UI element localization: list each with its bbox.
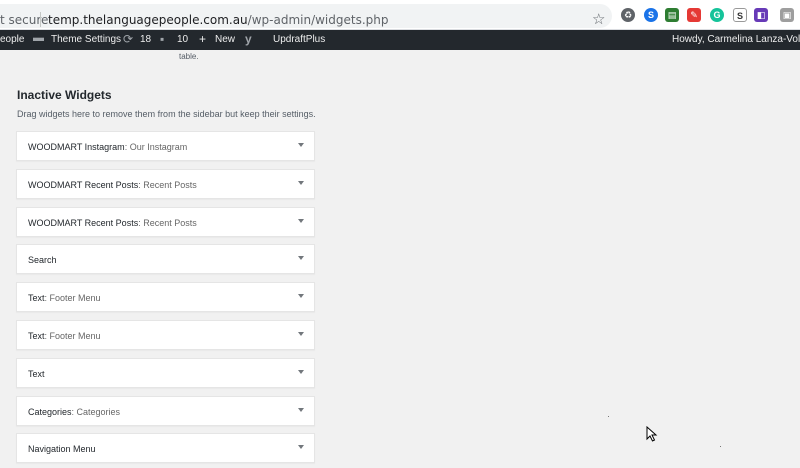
- mouse-cursor-icon: [646, 426, 658, 442]
- widget-title: WOODMART Recent Posts: Recent Posts: [28, 180, 197, 190]
- widget-search[interactable]: Search: [16, 244, 315, 274]
- widget-text-footer-menu-1[interactable]: Text: Footer Menu: [16, 282, 315, 312]
- widget-woodmart-instagram[interactable]: WOODMART Instagram: Our Instagram: [16, 131, 315, 161]
- address-bar[interactable]: t secure temp.thelanguagepeople.com.au/w…: [0, 4, 612, 28]
- chevron-down-icon[interactable]: [298, 294, 304, 298]
- folder-icon: ▬: [33, 32, 44, 44]
- chevron-down-icon[interactable]: [298, 332, 304, 336]
- inactive-widgets-heading: Inactive Widgets: [17, 88, 112, 102]
- refresh-icon: ⟳: [123, 32, 134, 46]
- url-text[interactable]: temp.thelanguagepeople.com.au/wp-admin/w…: [48, 13, 389, 27]
- chevron-down-icon[interactable]: [298, 219, 304, 223]
- widget-title: Categories: Categories: [28, 407, 121, 417]
- s-blue-extension-icon[interactable]: S: [644, 8, 658, 22]
- chevron-down-icon[interactable]: [298, 256, 304, 260]
- chevron-down-icon[interactable]: [298, 143, 304, 147]
- url-path: /wp-admin/widgets.php: [247, 13, 389, 27]
- widget-navigation-menu[interactable]: Navigation Menu: [16, 433, 315, 463]
- widget-title: Search: [28, 255, 57, 265]
- widget-text-footer-menu-2[interactable]: Text: Footer Menu: [16, 320, 315, 350]
- table-text-fragment: table.: [179, 52, 199, 61]
- star-icon[interactable]: ☆: [592, 10, 605, 28]
- browser-toolbar: t secure temp.thelanguagepeople.com.au/w…: [0, 0, 800, 30]
- updates-count[interactable]: 18: [140, 34, 151, 45]
- widget-woodmart-recent-posts-1[interactable]: WOODMART Recent Posts: Recent Posts: [16, 169, 315, 199]
- updraftplus-link[interactable]: UpdraftPlus: [273, 34, 325, 45]
- widget-title: Text: [28, 369, 45, 379]
- url-host: temp.thelanguagepeople.com.au: [48, 13, 248, 27]
- widget-title: Navigation Menu: [28, 444, 96, 454]
- inactive-widgets-description: Drag widgets here to remove them from th…: [17, 109, 316, 119]
- address-separator: [40, 12, 41, 27]
- chevron-down-icon[interactable]: [298, 181, 304, 185]
- chevron-down-icon[interactable]: [298, 408, 304, 412]
- widgets-content: table. Inactive Widgets Drag widgets her…: [0, 50, 800, 468]
- howdy-user-link[interactable]: Howdy, Carmelina Lanza-Volpe: [672, 34, 800, 45]
- theme-settings-link[interactable]: Theme Settings: [51, 34, 121, 45]
- comment-icon: ▪: [160, 32, 165, 46]
- widget-categories[interactable]: Categories: Categories: [16, 396, 315, 426]
- new-content-link[interactable]: New: [215, 34, 235, 45]
- stray-pixel: [608, 416, 609, 417]
- plus-icon: +: [199, 32, 207, 46]
- wp-admin-bar: eople ▬ Theme Settings ⟳ 18 ▪ 10 + New y…: [0, 30, 800, 50]
- widget-woodmart-recent-posts-2[interactable]: WOODMART Recent Posts: Recent Posts: [16, 207, 315, 237]
- grammarly-extension-icon[interactable]: G: [710, 8, 724, 22]
- red-extension-icon[interactable]: ✎: [687, 8, 701, 22]
- widget-title: WOODMART Instagram: Our Instagram: [28, 142, 188, 152]
- green-extension-icon[interactable]: ▤: [665, 8, 679, 22]
- grey-extension-icon[interactable]: ▣: [780, 8, 794, 22]
- security-indicator[interactable]: t secure: [0, 13, 48, 27]
- s-extension-icon[interactable]: S: [733, 8, 747, 22]
- recycle-extension-icon[interactable]: ♻: [621, 8, 635, 22]
- yoast-icon[interactable]: y: [245, 32, 252, 46]
- purple-extension-icon[interactable]: ◧: [754, 8, 768, 22]
- widget-title: Text: Footer Menu: [28, 331, 101, 341]
- chevron-down-icon[interactable]: [298, 370, 304, 374]
- stray-pixel: [720, 446, 721, 447]
- comments-count[interactable]: 10: [177, 34, 188, 45]
- site-name-link[interactable]: eople: [0, 34, 24, 45]
- widget-title: Text: Footer Menu: [28, 293, 101, 303]
- chevron-down-icon[interactable]: [298, 445, 304, 449]
- widget-title: WOODMART Recent Posts: Recent Posts: [28, 218, 197, 228]
- widget-text[interactable]: Text: [16, 358, 315, 388]
